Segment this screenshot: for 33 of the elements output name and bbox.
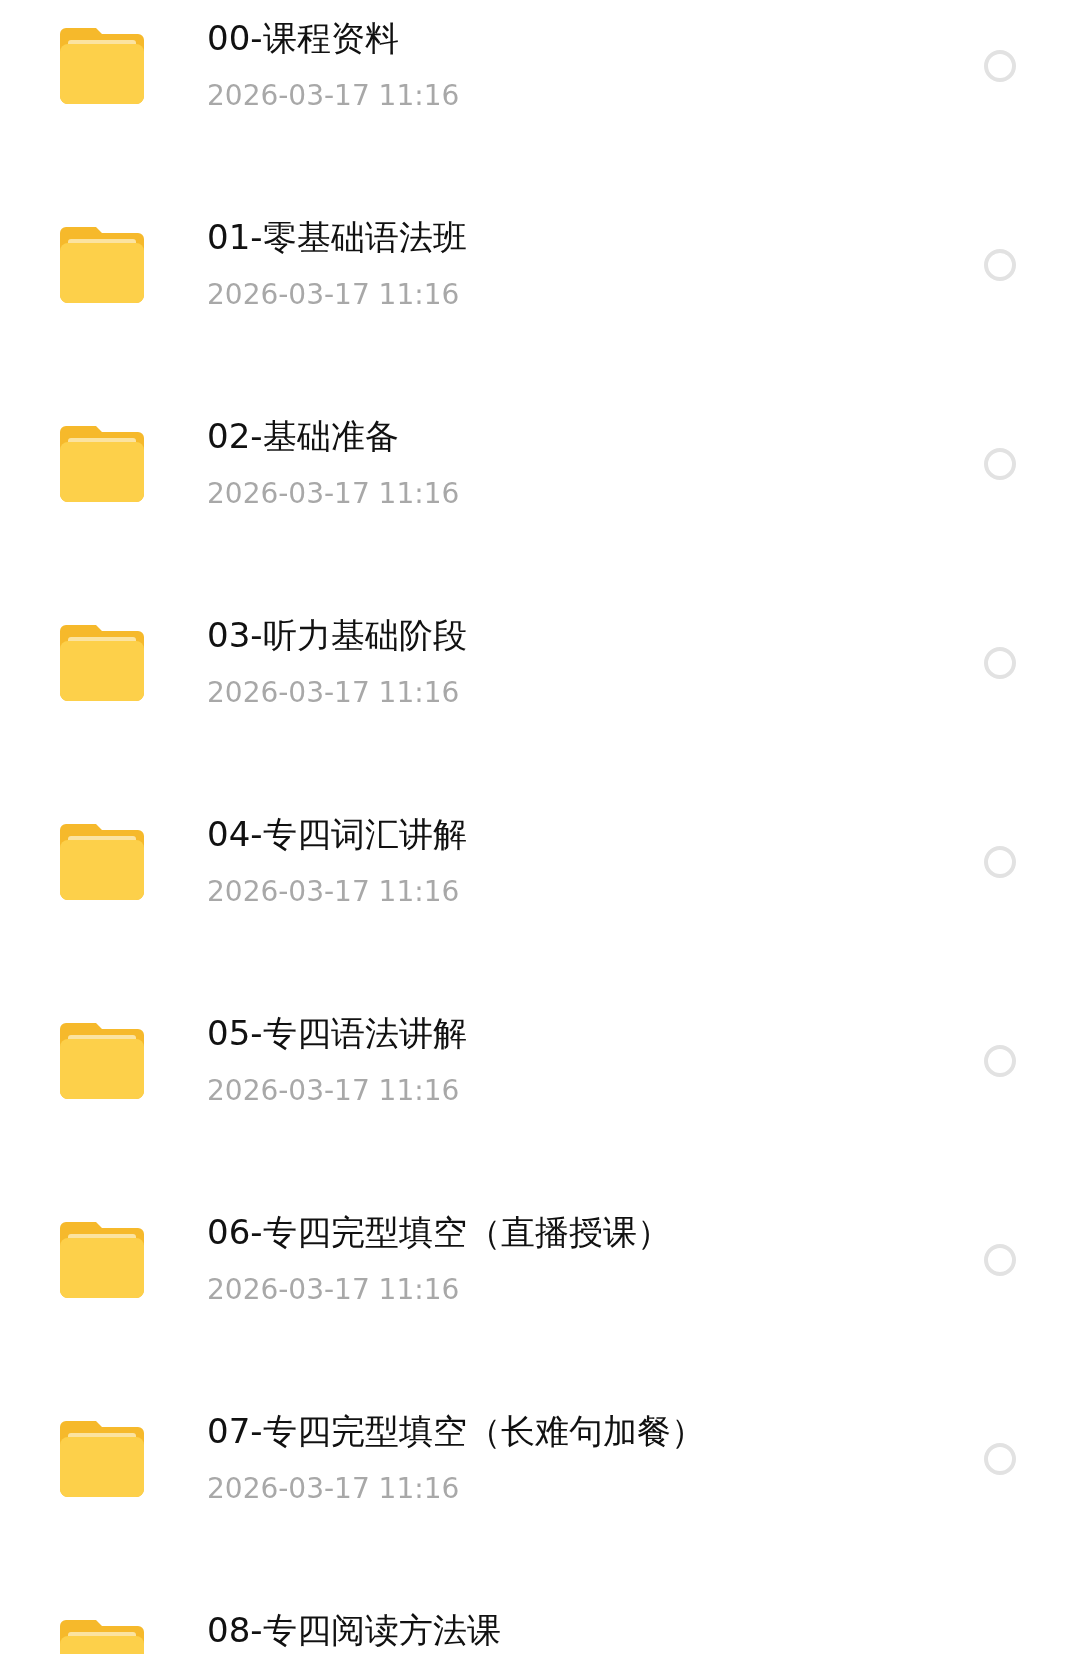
modified-date: 2026-03-17 11:16 [207, 78, 461, 114]
select-radio[interactable] [984, 1244, 1016, 1276]
folder-name: 03-听力基础阶段 [207, 615, 468, 655]
folder-name: 01-零基础语法班 [207, 217, 468, 257]
folder-name: 00-课程资料 [207, 18, 400, 58]
select-radio[interactable] [984, 50, 1016, 82]
folder-name: 04-专四词汇讲解 [207, 814, 468, 854]
folder-icon [60, 1023, 144, 1099]
folder-icon [60, 625, 144, 701]
folder-icon [60, 824, 144, 900]
folder-name: 05-专四语法讲解 [207, 1013, 468, 1053]
modified-date: 2026-03-17 11:16 [207, 675, 461, 711]
select-radio[interactable] [984, 1443, 1016, 1475]
folder-icon [60, 227, 144, 303]
select-radio[interactable] [984, 1045, 1016, 1077]
folder-name: 02-基础准备 [207, 416, 400, 456]
folder-name: 06-专四完型填空（直播授课） [207, 1212, 672, 1252]
modified-date: 2026-03-17 11:16 [207, 874, 461, 910]
modified-date: 2026-03-17 11:16 [207, 277, 461, 313]
modified-date: 2026-03-17 11:16 [207, 1471, 461, 1507]
modified-date: 2026-03-17 11:16 [207, 476, 461, 512]
folder-icon [60, 1222, 144, 1298]
folder-icon [60, 28, 144, 104]
folder-icon [60, 426, 144, 502]
select-radio[interactable] [984, 448, 1016, 480]
folder-name: 07-专四完型填空（长难句加餐） [207, 1411, 706, 1451]
select-radio[interactable] [984, 647, 1016, 679]
modified-date: 2026-03-17 11:16 [207, 1272, 461, 1308]
folder-icon [60, 1421, 144, 1497]
folder-name: 08-专四阅读方法课 [207, 1610, 502, 1650]
select-radio[interactable] [984, 249, 1016, 281]
select-radio[interactable] [984, 846, 1016, 878]
modified-date: 2026-03-17 11:16 [207, 1073, 461, 1109]
